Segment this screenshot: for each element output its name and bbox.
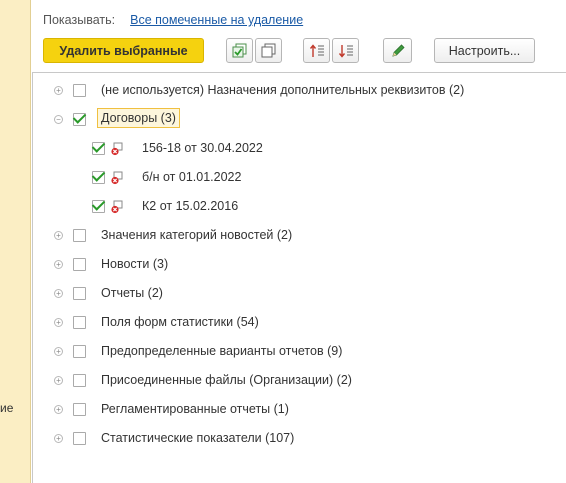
row-checkbox[interactable] bbox=[73, 345, 86, 358]
marked-for-deletion-icon bbox=[111, 171, 123, 185]
expand-icon[interactable]: + bbox=[54, 318, 63, 327]
collapse-icon[interactable]: − bbox=[54, 115, 63, 124]
tree-row-label: Договоры (3) bbox=[97, 108, 180, 128]
check-all-button[interactable] bbox=[226, 38, 253, 63]
sort-desc-icon bbox=[338, 44, 353, 58]
expand-icon[interactable]: + bbox=[54, 347, 63, 356]
row-checkbox[interactable] bbox=[73, 403, 86, 416]
tree-row[interactable]: − Договоры (3) bbox=[33, 108, 563, 132]
tree-row[interactable]: + Присоединенные файлы (Организации) (2) bbox=[33, 369, 563, 393]
tree-row-label: Поля форм статистики (54) bbox=[101, 315, 259, 329]
sort-asc-icon bbox=[309, 43, 324, 57]
row-checkbox[interactable] bbox=[73, 316, 86, 329]
tree-row[interactable]: + Регламентированные отчеты (1) bbox=[33, 398, 563, 422]
uncheck-all-icon bbox=[261, 43, 275, 57]
row-checkbox[interactable] bbox=[73, 113, 86, 126]
marked-for-deletion-icon bbox=[111, 142, 123, 156]
deletion-tree: + (не используется) Назначения дополните… bbox=[32, 72, 566, 483]
expand-icon[interactable]: + bbox=[54, 405, 63, 414]
marked-for-deletion-icon bbox=[111, 200, 123, 214]
row-checkbox[interactable] bbox=[73, 229, 86, 242]
tree-child-row[interactable]: б/н от 01.01.2022 bbox=[33, 166, 563, 190]
expand-icon[interactable]: + bbox=[54, 289, 63, 298]
row-checkbox[interactable] bbox=[73, 432, 86, 445]
expand-icon[interactable]: + bbox=[54, 376, 63, 385]
row-checkbox[interactable] bbox=[73, 374, 86, 387]
row-checkbox[interactable] bbox=[92, 142, 105, 155]
row-checkbox[interactable] bbox=[92, 171, 105, 184]
side-panel-text: ие bbox=[0, 401, 14, 415]
edit-icon bbox=[391, 43, 405, 57]
tree-row-label: б/н от 01.01.2022 bbox=[142, 170, 242, 184]
tree-row-label: Отчеты (2) bbox=[101, 286, 163, 300]
tree-row-label: Присоединенные файлы (Организации) (2) bbox=[101, 373, 352, 387]
row-checkbox[interactable] bbox=[73, 258, 86, 271]
settings-button[interactable]: Настроить... bbox=[434, 38, 535, 63]
row-checkbox[interactable] bbox=[73, 287, 86, 300]
delete-selected-label: Удалить выбранные bbox=[59, 43, 188, 58]
tree-row-label: Регламентированные отчеты (1) bbox=[101, 402, 289, 416]
expand-icon[interactable]: + bbox=[54, 434, 63, 443]
tree-row[interactable]: + Предопределенные варианты отчетов (9) bbox=[33, 340, 563, 364]
show-filter-link[interactable]: Все помеченные на удаление bbox=[130, 13, 303, 27]
settings-label: Настроить... bbox=[448, 43, 521, 58]
filter-row: Показывать: Все помеченные на удаление bbox=[43, 12, 303, 28]
tree-row[interactable]: + Статистические показатели (107) bbox=[33, 427, 563, 451]
delete-selected-button[interactable]: Удалить выбранные bbox=[43, 38, 204, 63]
side-panel: ие bbox=[0, 0, 31, 483]
tree-row[interactable]: + Новости (3) bbox=[33, 253, 563, 277]
check-all-icon bbox=[232, 43, 246, 57]
expand-icon[interactable]: + bbox=[54, 260, 63, 269]
tree-child-row[interactable]: К2 от 15.02.2016 bbox=[33, 195, 563, 219]
sort-desc-button[interactable] bbox=[332, 38, 359, 63]
tree-row[interactable]: + Поля форм статистики (54) bbox=[33, 311, 563, 335]
tree-row-label: К2 от 15.02.2016 bbox=[142, 199, 239, 213]
tree-row-label: Новости (3) bbox=[101, 257, 169, 271]
tree-row-label: Значения категорий новостей (2) bbox=[101, 228, 293, 242]
expand-icon[interactable]: + bbox=[54, 231, 63, 240]
row-checkbox[interactable] bbox=[92, 200, 105, 213]
tree-row[interactable]: + Значения категорий новостей (2) bbox=[33, 224, 563, 248]
tree-row-label: (не используется) Назначения дополнитель… bbox=[101, 83, 465, 97]
show-label: Показывать: bbox=[43, 13, 116, 27]
sort-asc-button[interactable] bbox=[303, 38, 330, 63]
expand-icon[interactable]: + bbox=[54, 86, 63, 95]
tree-row-label: 156-18 от 30.04.2022 bbox=[142, 141, 263, 155]
tree-row-label: Предопределенные варианты отчетов (9) bbox=[101, 344, 343, 358]
tree-child-row[interactable]: 156-18 от 30.04.2022 bbox=[33, 137, 563, 161]
row-checkbox[interactable] bbox=[73, 84, 86, 97]
uncheck-all-button[interactable] bbox=[255, 38, 282, 63]
tree-row[interactable]: + Отчеты (2) bbox=[33, 282, 563, 306]
edit-button[interactable] bbox=[383, 38, 412, 63]
tree-row[interactable]: + (не используется) Назначения дополните… bbox=[33, 79, 563, 103]
tree-row-label: Статистические показатели (107) bbox=[101, 431, 295, 445]
